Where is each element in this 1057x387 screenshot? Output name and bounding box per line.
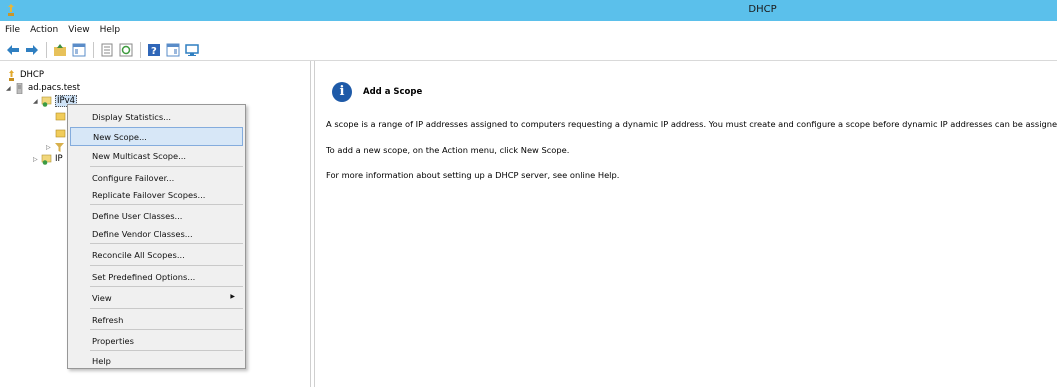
details-paragraph: To add a new scope, on the Action menu, …: [326, 145, 570, 155]
tree-label-ipv6: IP: [55, 154, 63, 164]
menu-bar: File Action View Help: [0, 21, 1057, 39]
collapse-arrow-icon[interactable]: ◢: [6, 85, 14, 92]
folder-icon: [55, 129, 66, 137]
menu-item-help[interactable]: Help: [70, 351, 243, 370]
tree-label-server: ad.pacs.test: [28, 83, 81, 93]
menu-item-view[interactable]: View ▶: [70, 288, 243, 307]
up-folder-icon[interactable]: [52, 42, 68, 58]
help-icon[interactable]: ?: [146, 42, 162, 58]
menu-separator: [90, 243, 243, 244]
server-icon: [16, 82, 23, 94]
tree-node-ipv6[interactable]: ▷ IP: [33, 153, 63, 165]
menu-separator: [90, 265, 243, 266]
menu-separator: [90, 286, 243, 287]
tree-label-dhcp: DHCP: [20, 70, 44, 80]
menu-separator: [90, 166, 243, 167]
expand-arrow-icon[interactable]: ▷: [33, 156, 41, 163]
menu-separator: [90, 329, 243, 330]
menu-help[interactable]: Help: [100, 25, 121, 35]
tree-node-child[interactable]: ▷: [46, 141, 68, 153]
submenu-arrow-icon: ▶: [230, 293, 235, 300]
show-hide-tree-icon[interactable]: [71, 42, 87, 58]
ipv6-scope-icon: [41, 154, 52, 165]
menu-item-properties[interactable]: Properties: [70, 331, 243, 350]
context-menu: Display Statistics... New Scope... New M…: [67, 104, 246, 369]
monitor-icon[interactable]: [184, 42, 200, 58]
toolbar-separator: [46, 41, 47, 58]
tree-node-server[interactable]: ◢ ad.pacs.test: [6, 82, 80, 94]
forward-arrow-icon[interactable]: [24, 42, 40, 58]
toolbar-separator: [140, 41, 141, 58]
menu-item-display-statistics[interactable]: Display Statistics...: [70, 107, 243, 126]
menu-item-new-scope[interactable]: New Scope...: [70, 127, 243, 146]
menu-separator: [90, 308, 243, 309]
menu-action[interactable]: Action: [30, 25, 58, 35]
title-bar: DHCP: [0, 0, 1057, 21]
properties-icon[interactable]: [99, 42, 115, 58]
folder-icon: [55, 112, 66, 120]
menu-view[interactable]: View: [68, 25, 89, 35]
filter-icon: [55, 142, 64, 152]
back-arrow-icon[interactable]: [5, 42, 21, 58]
window-title: DHCP: [748, 4, 777, 15]
details-pane: [314, 61, 1057, 387]
menu-item-define-user-classes[interactable]: Define User Classes...: [70, 206, 243, 225]
menu-item-new-multicast-scope[interactable]: New Multicast Scope...: [70, 146, 243, 165]
menu-item-reconcile-all-scopes[interactable]: Reconcile All Scopes...: [70, 245, 243, 264]
toolbar-separator: [93, 41, 94, 58]
menu-item-set-predefined-options[interactable]: Set Predefined Options...: [70, 267, 243, 286]
tree-node-dhcp[interactable]: DHCP: [6, 69, 44, 81]
menu-item-replicate-failover-scopes[interactable]: Replicate Failover Scopes...: [70, 185, 243, 204]
details-paragraph: For more information about setting up a …: [326, 170, 620, 180]
ipv4-scope-icon: [41, 96, 52, 107]
details-heading: Add a Scope: [363, 87, 423, 97]
toolbar: ?: [0, 39, 1057, 61]
collapse-arrow-icon[interactable]: ◢: [33, 98, 41, 105]
svg-text:?: ?: [151, 46, 157, 57]
menu-item-define-vendor-classes[interactable]: Define Vendor Classes...: [70, 224, 243, 243]
details-paragraph: A scope is a range of IP addresses assig…: [326, 119, 1057, 129]
show-hide-action-pane-icon[interactable]: [165, 42, 181, 58]
menu-separator: [90, 204, 243, 205]
refresh-icon[interactable]: [118, 42, 134, 58]
info-icon: i: [332, 82, 352, 102]
dhcp-icon: [9, 69, 14, 81]
menu-file[interactable]: File: [5, 25, 20, 35]
menu-item-view-label: View: [92, 292, 112, 303]
menu-item-refresh[interactable]: Refresh: [70, 310, 243, 329]
expand-arrow-icon[interactable]: ▷: [46, 144, 54, 151]
